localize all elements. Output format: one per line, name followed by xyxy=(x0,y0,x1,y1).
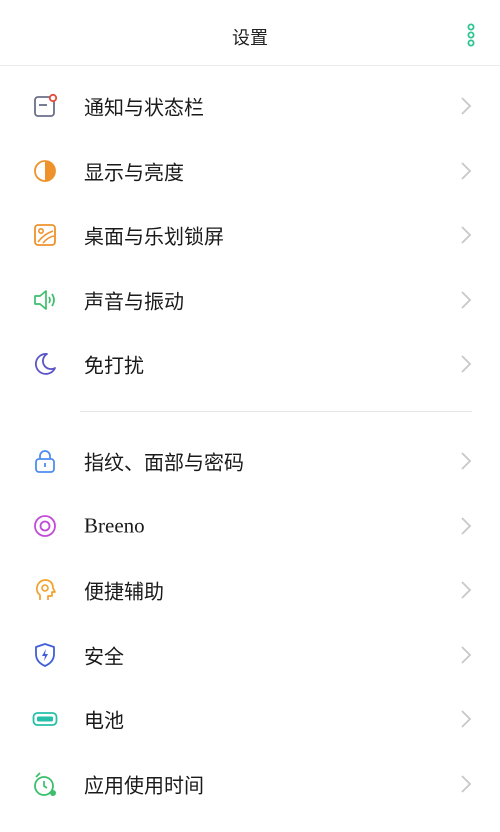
battery-icon xyxy=(32,706,58,732)
chevron-right-icon xyxy=(460,96,472,116)
settings-item-notifications[interactable]: 通知与状态栏 xyxy=(0,74,500,139)
settings-item-display[interactable]: 显示与亮度 xyxy=(0,139,500,204)
settings-item-wallpaper[interactable]: 桌面与乐划锁屏 xyxy=(0,203,500,268)
brightness-icon xyxy=(32,158,58,184)
settings-item-label: 通知与状态栏 xyxy=(84,95,204,120)
notification-icon xyxy=(32,93,58,119)
shield-icon xyxy=(32,642,58,668)
page-title: 设置 xyxy=(232,28,268,49)
chevron-right-icon xyxy=(460,516,472,536)
chevron-right-icon xyxy=(460,709,472,729)
settings-item-label: 免打扰 xyxy=(84,353,144,378)
lock-icon xyxy=(32,448,58,474)
chevron-right-icon xyxy=(460,774,472,794)
settings-item-label: 电池 xyxy=(84,708,124,733)
settings-group-2: 指纹、面部与密码 Breeno 便捷辅助 安全 电池 应用使用时间 xyxy=(0,429,500,816)
wallpaper-icon xyxy=(32,222,58,248)
breeno-icon xyxy=(32,513,58,539)
chevron-right-icon xyxy=(460,290,472,310)
moon-icon xyxy=(32,351,58,377)
clock-icon xyxy=(32,771,58,797)
assist-icon xyxy=(32,577,58,603)
settings-item-label: 指纹、面部与密码 xyxy=(84,450,244,475)
settings-item-security[interactable]: 安全 xyxy=(0,623,500,688)
settings-item-dnd[interactable]: 免打扰 xyxy=(0,332,500,397)
settings-item-label: 应用使用时间 xyxy=(84,773,204,798)
settings-item-label: 便捷辅助 xyxy=(84,579,164,604)
settings-item-label: 桌面与乐划锁屏 xyxy=(84,224,224,249)
settings-item-label: 声音与振动 xyxy=(84,289,184,314)
chevron-right-icon xyxy=(460,354,472,374)
chevron-right-icon xyxy=(460,225,472,245)
settings-group-1: 通知与状态栏 显示与亮度 桌面与乐划锁屏 声音与振动 免打扰 xyxy=(0,74,500,397)
settings-item-screen-time[interactable]: 应用使用时间 xyxy=(0,752,500,817)
settings-item-breeno[interactable]: Breeno xyxy=(0,494,500,559)
chevron-right-icon xyxy=(460,580,472,600)
settings-item-biometrics[interactable]: 指纹、面部与密码 xyxy=(0,429,500,494)
settings-item-label: 显示与亮度 xyxy=(84,160,184,185)
section-divider xyxy=(80,411,472,412)
settings-item-label: Breeno xyxy=(84,513,145,538)
header-bar: 设置 xyxy=(0,0,500,66)
chevron-right-icon xyxy=(460,451,472,471)
settings-item-battery[interactable]: 电池 xyxy=(0,687,500,752)
chevron-right-icon xyxy=(460,645,472,665)
settings-item-sound[interactable]: 声音与振动 xyxy=(0,268,500,333)
settings-item-accessibility[interactable]: 便捷辅助 xyxy=(0,558,500,623)
settings-item-label: 安全 xyxy=(84,644,124,669)
more-vertical-icon[interactable] xyxy=(462,22,480,48)
chevron-right-icon xyxy=(460,161,472,181)
settings-screen: 设置 通知与状态栏 显示与亮度 桌面与乐划锁屏 声音与振动 免打扰 指纹、面部与… xyxy=(0,0,500,832)
speaker-icon xyxy=(32,287,58,313)
